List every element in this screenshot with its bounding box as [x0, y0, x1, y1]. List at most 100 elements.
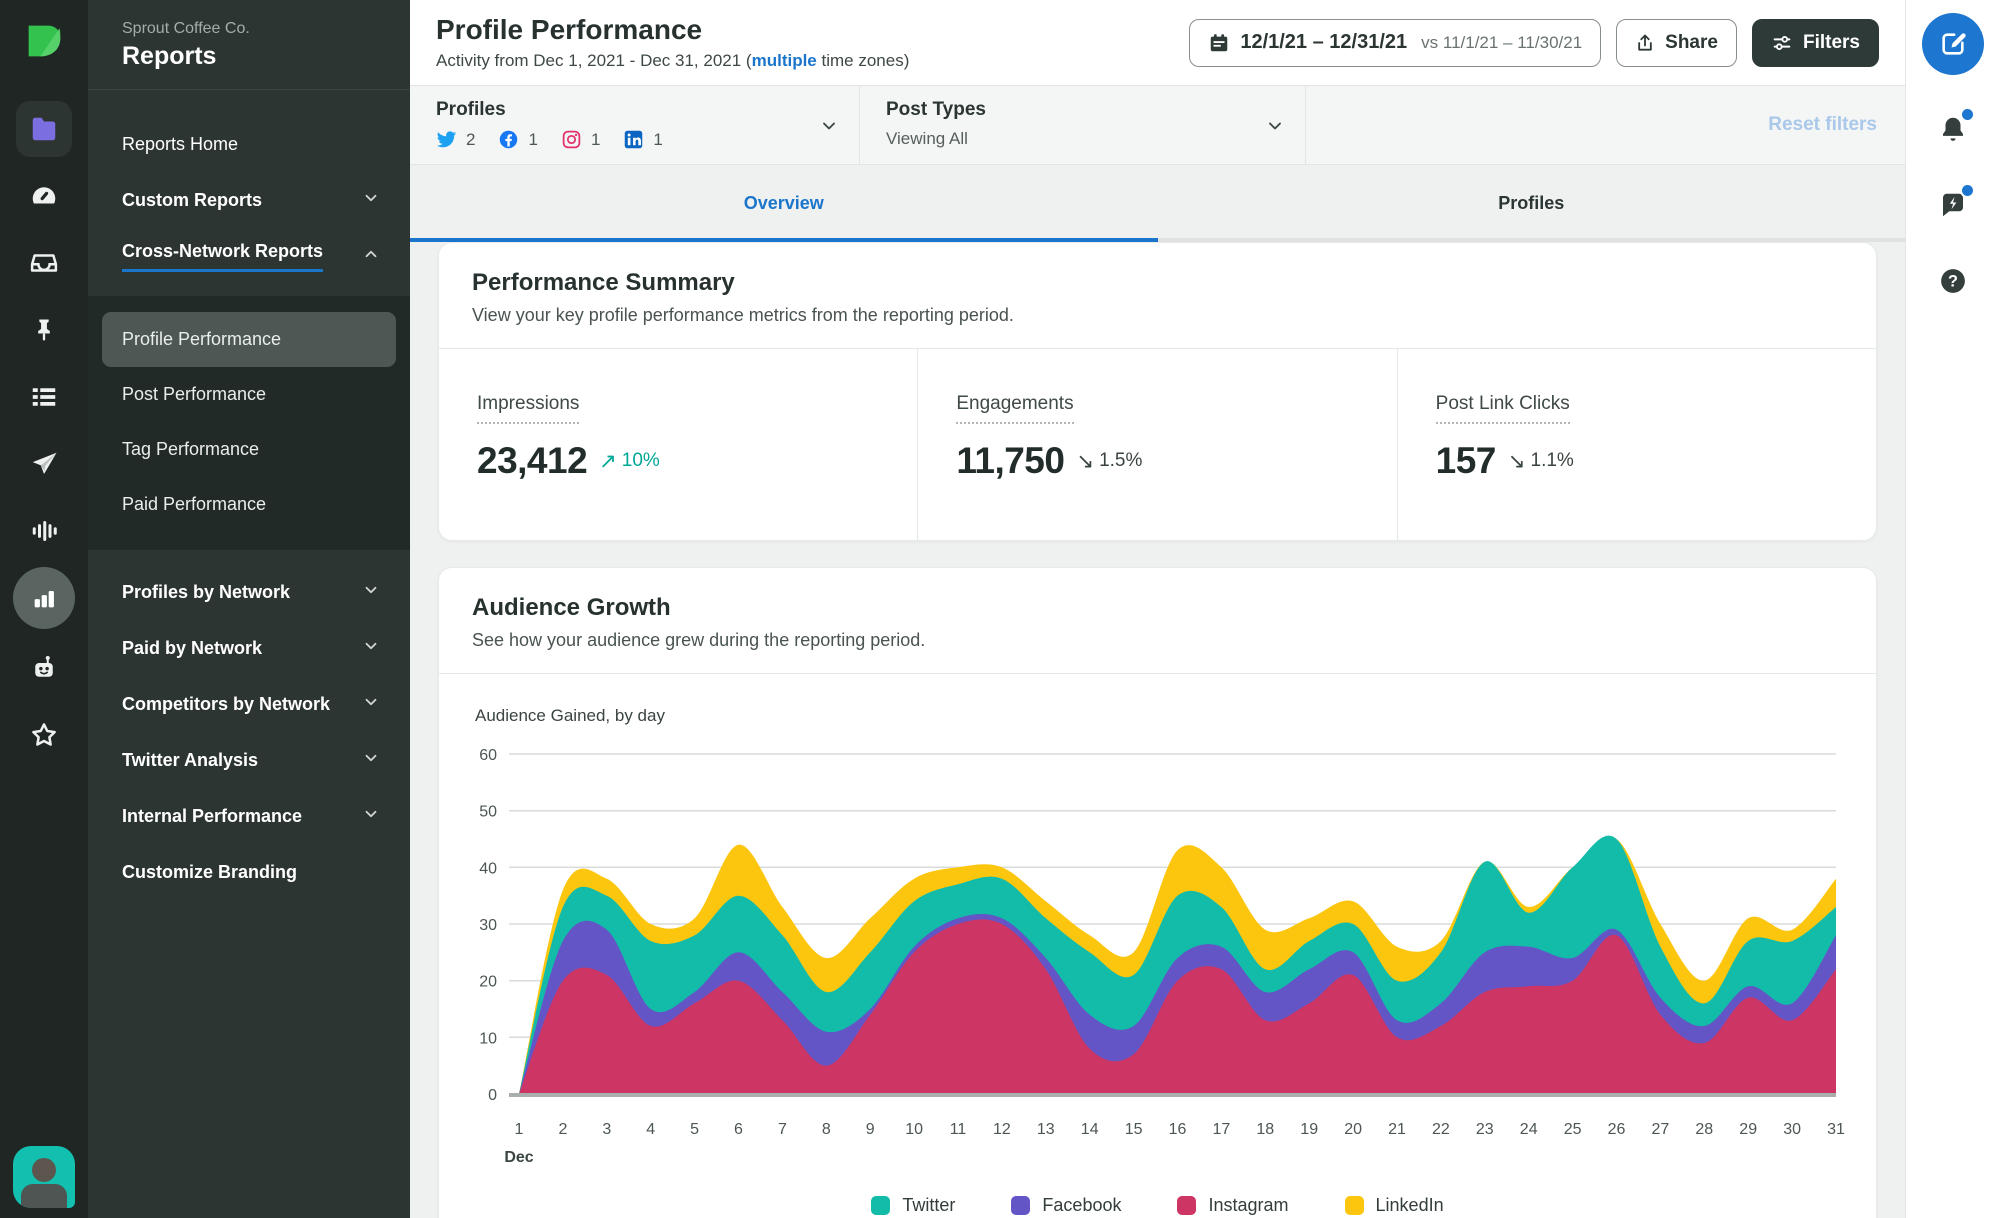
svg-text:11: 11 [950, 1121, 967, 1138]
whats-new-badge [1960, 183, 1975, 198]
submenu-item-tag-performance[interactable]: Tag Performance [102, 422, 396, 477]
trend-down-icon: ↘ [1076, 449, 1095, 473]
date-range-value: 12/1/21 – 12/31/21 [1240, 31, 1408, 53]
folder-nav-tile[interactable] [16, 101, 72, 157]
svg-text:20: 20 [1344, 1121, 1362, 1138]
notifications-button[interactable] [1931, 107, 1975, 151]
sidebar-item-label: Customize Branding [122, 861, 298, 882]
legend-item-twitter[interactable]: Twitter [871, 1195, 955, 1216]
chevron-down-icon [362, 189, 380, 212]
svg-text:29: 29 [1739, 1121, 1757, 1138]
sidebar-item-custom-reports[interactable]: Custom Reports [88, 172, 410, 228]
facebook-icon [500, 130, 518, 149]
legend-item-instagram[interactable]: Instagram [1177, 1195, 1289, 1216]
post-types-filter[interactable]: Post Types Viewing All [860, 86, 1306, 164]
sidebar-item-competitors-by-network[interactable]: Competitors by Network [88, 676, 410, 732]
filters-button[interactable]: Filters [1751, 18, 1879, 67]
legend-label: Facebook [1042, 1195, 1122, 1215]
gauge-icon[interactable] [16, 168, 72, 224]
whats-new-button[interactable] [1931, 183, 1975, 227]
svg-text:30: 30 [1783, 1121, 1801, 1138]
summary-subtitle: View your key profile performance metric… [472, 305, 1014, 325]
reset-filters-button[interactable]: Reset filters [1768, 86, 1905, 164]
svg-text:24: 24 [1520, 1121, 1538, 1138]
post-types-filter-value: Viewing All [886, 129, 968, 148]
reports-active-indicator[interactable] [13, 567, 75, 629]
audio-wave-icon[interactable] [16, 503, 72, 559]
sidebar-item-profiles-by-network[interactable]: Profiles by Network [88, 564, 410, 620]
tab-profiles[interactable]: Profiles [1157, 165, 1905, 242]
post-types-filter-label: Post Types [886, 99, 986, 120]
subtitle-text: time zones) [816, 51, 910, 70]
legend-item-linkedin[interactable]: LinkedIn [1344, 1195, 1444, 1216]
calendar-icon [1211, 33, 1228, 51]
linkedin-swatch [1344, 1196, 1364, 1215]
sidebar-item-paid-by-network[interactable]: Paid by Network [88, 620, 410, 676]
tab-overview[interactable]: Overview [410, 165, 1158, 242]
metric-label[interactable]: Engagements [956, 393, 1074, 424]
list-icon[interactable] [16, 369, 72, 425]
cross-network-submenu: Profile Performance Post Performance Tag… [88, 296, 410, 550]
linkedin-count: 1 [653, 129, 663, 149]
sidebar-item-reports-home[interactable]: Reports Home [88, 116, 410, 172]
chevron-down-icon [362, 749, 380, 772]
metric-delta-down: ↘ 1.5% [1076, 449, 1142, 474]
audience-growth-chart[interactable]: 01020304050601 2 3 4 5 6 7 8 9 10 11 12 13 14 15 16 17 18… [461, 736, 1846, 1176]
star-icon[interactable] [16, 707, 72, 763]
share-button[interactable]: Share [1616, 18, 1737, 67]
org-name: Sprout Coffee Co. [122, 20, 250, 37]
svg-text:10: 10 [905, 1121, 923, 1138]
svg-text:15: 15 [1125, 1121, 1143, 1138]
sidebar-item-customize-branding[interactable]: Customize Branding [88, 844, 410, 900]
metric-delta-down: ↘ 1.1% [1508, 449, 1574, 474]
submenu-item-profile-performance[interactable]: Profile Performance [102, 312, 396, 367]
legend-label: Twitter [902, 1195, 956, 1215]
compose-button[interactable] [1922, 13, 1984, 75]
main-content: Profile Performance Activity from Dec 1,… [410, 0, 1905, 1218]
page-subtitle: Activity from Dec 1, 2021 - Dec 31, 2021… [436, 51, 909, 71]
chevron-down-icon [1265, 116, 1285, 141]
sidebar-item-label: Profiles by Network [122, 581, 291, 602]
sidebar-item-cross-network-reports[interactable]: Cross-Network Reports [88, 228, 410, 284]
submenu-item-paid-performance[interactable]: Paid Performance [102, 477, 396, 532]
svg-text:1: 1 [515, 1121, 524, 1138]
sidebar-item-label: Cross-Network Reports [122, 241, 324, 272]
pin-icon[interactable] [16, 302, 72, 358]
sidebar-item-label: Paid by Network [122, 637, 263, 658]
sprout-logo-icon[interactable] [21, 18, 67, 69]
submenu-item-post-performance[interactable]: Post Performance [102, 367, 396, 422]
legend-item-facebook[interactable]: Facebook [1011, 1195, 1121, 1216]
audience-growth-title: Audience Growth [472, 594, 671, 621]
svg-text:40: 40 [479, 860, 497, 877]
metric-label[interactable]: Impressions [477, 393, 580, 424]
svg-text:9: 9 [866, 1121, 875, 1138]
svg-text:20: 20 [479, 974, 497, 991]
metric-label[interactable]: Post Link Clicks [1435, 393, 1570, 424]
inbox-icon[interactable] [16, 235, 72, 291]
date-range-button[interactable]: 12/1/21 – 12/31/21 vs 11/1/21 – 11/30/21 [1189, 18, 1602, 67]
sidebar-title: Reports [122, 42, 217, 70]
sidebar-item-label: Reports Home [122, 133, 239, 154]
user-avatar[interactable] [13, 1146, 75, 1208]
sidebar-item-label: Custom Reports [122, 189, 263, 210]
chart-legend: Twitter Facebook Instagram LinkedIn [461, 1181, 1854, 1218]
svg-text:3: 3 [602, 1121, 611, 1138]
bot-icon[interactable] [16, 640, 72, 696]
page-header: Profile Performance Activity from Dec 1,… [410, 0, 1905, 86]
metric-post-link-clicks: Post Link Clicks 157 ↘ 1.1% [1396, 349, 1876, 540]
help-button[interactable]: ? [1931, 259, 1975, 303]
paper-plane-icon[interactable] [16, 436, 72, 492]
tab-underline [1157, 238, 1905, 242]
profiles-filter[interactable]: Profiles 2 1 1 1 [410, 86, 860, 164]
multiple-timezones-link[interactable]: multiple [752, 51, 817, 70]
sidebar-item-internal-performance[interactable]: Internal Performance [88, 788, 410, 844]
metric-value: 157 [1435, 440, 1497, 481]
sidebar-item-twitter-analysis[interactable]: Twitter Analysis [88, 732, 410, 788]
share-icon [1638, 34, 1652, 51]
submenu-item-label: Paid Performance [122, 494, 267, 514]
chevron-down-icon [362, 581, 380, 604]
chevron-down-icon [362, 693, 380, 716]
svg-text:13: 13 [1037, 1121, 1055, 1138]
legend-label: Instagram [1208, 1195, 1289, 1215]
svg-text:7: 7 [778, 1121, 787, 1138]
